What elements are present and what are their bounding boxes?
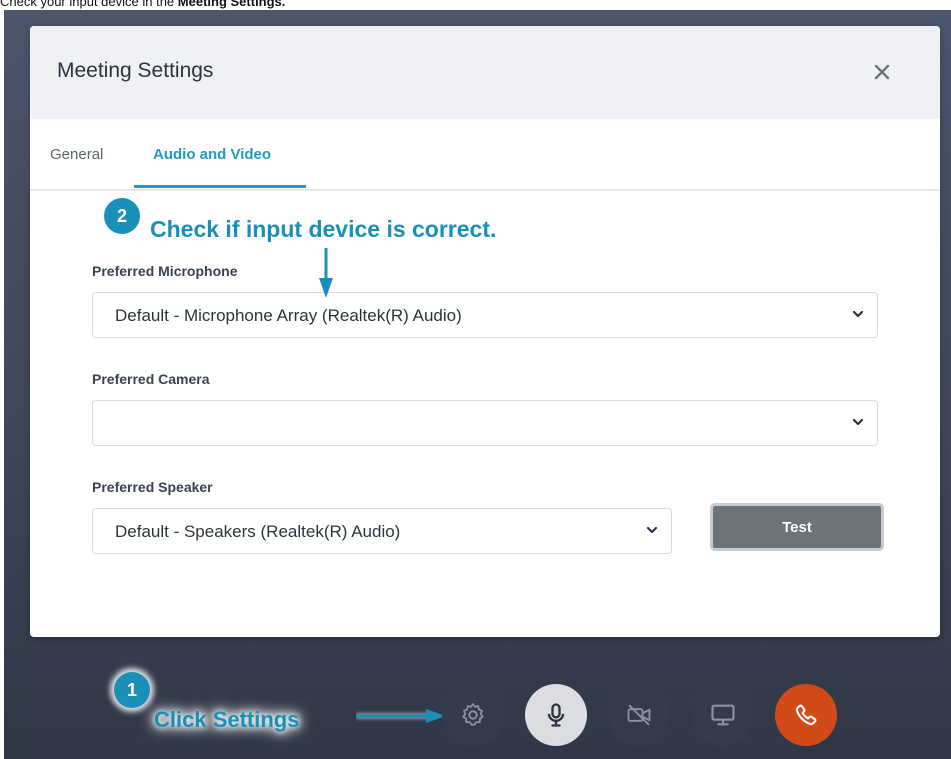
close-icon [874,64,890,80]
modal-header: Meeting Settings [30,26,940,119]
microphone-button[interactable] [525,684,587,746]
tab-general[interactable]: General [50,146,103,163]
camera-off-icon [627,704,651,726]
chevron-down-icon [852,310,864,318]
tab-audio-and-video[interactable]: Audio and Video [153,146,271,163]
step-2-badge: 2 [104,198,140,234]
hang-up-button[interactable] [775,684,837,746]
phone-hangup-icon [795,704,817,726]
step-1-badge: 1 [114,672,150,708]
gear-icon [462,703,484,726]
microphone-label: Preferred Microphone [92,263,238,279]
active-tab-indicator [134,185,306,188]
camera-toggle-button[interactable] [608,684,670,746]
meeting-settings-modal: Meeting Settings General Audio and Video… [30,26,940,637]
close-button[interactable] [866,56,898,88]
speaker-value: Default - Speakers (Realtek(R) Audio) [115,522,401,541]
step-2-annotation: Check if input device is correct. [150,216,497,242]
camera-label: Preferred Camera [92,371,210,387]
share-screen-button[interactable] [692,684,754,746]
speaker-label: Preferred Speaker [92,479,213,495]
monitor-icon [711,704,735,726]
meeting-stage: Meeting Settings General Audio and Video… [4,10,951,759]
camera-select[interactable] [92,400,878,446]
test-speaker-button[interactable]: Test [710,503,884,551]
caption-bold: Meeting Settings. [177,0,286,9]
chevron-down-icon [852,418,864,426]
microphone-select[interactable]: Default - Microphone Array (Realtek(R) A… [92,292,878,338]
annotation-arrow-right [356,709,446,723]
microphone-icon [547,703,565,727]
settings-tabs: General Audio and Video [30,119,940,191]
chevron-down-icon [646,526,658,534]
speaker-select[interactable]: Default - Speakers (Realtek(R) Audio) [92,508,672,554]
microphone-value: Default - Microphone Array (Realtek(R) A… [115,306,462,325]
caption-prefix: Check your input device in the [0,0,178,9]
annotation-arrow-down [319,248,333,298]
modal-title: Meeting Settings [57,59,214,82]
step-1-annotation: Click Settings [154,707,300,732]
settings-button[interactable] [442,684,504,746]
page-caption: Check your input device in the Meeting S… [0,0,285,10]
